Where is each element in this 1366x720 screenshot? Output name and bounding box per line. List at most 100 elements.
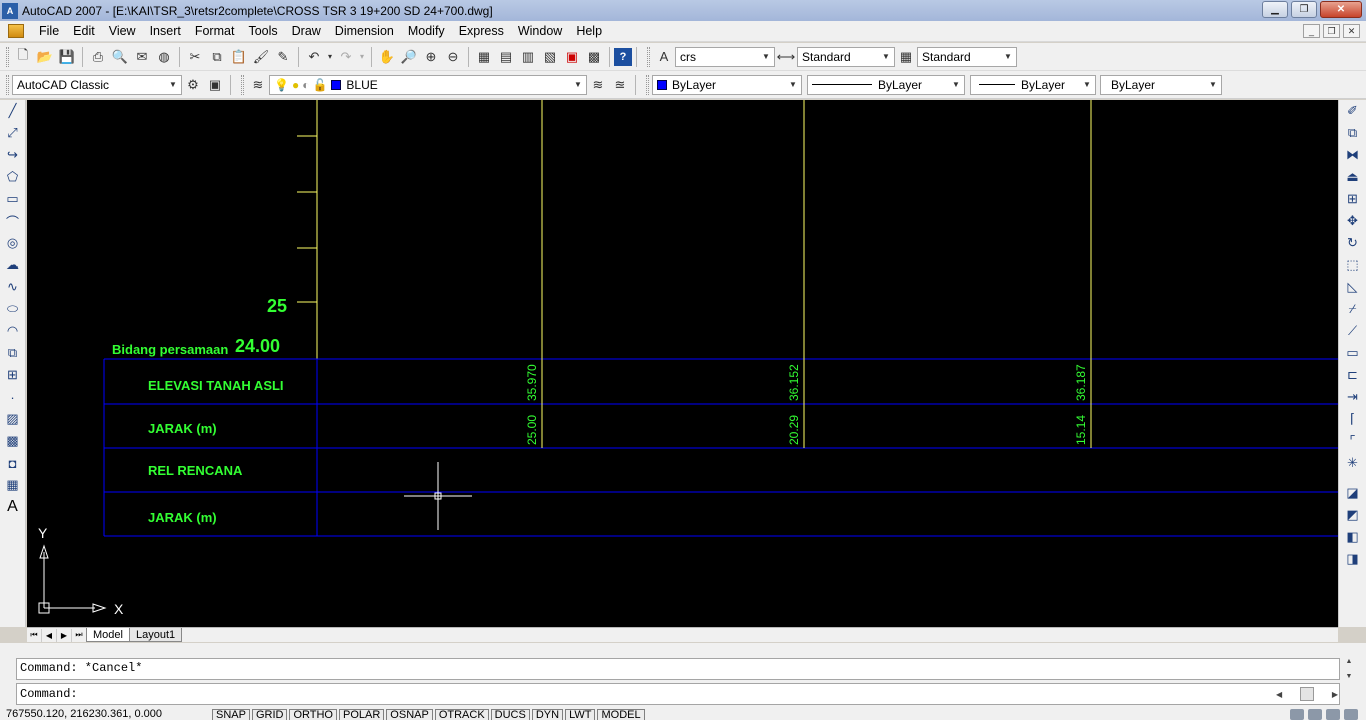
redo-icon[interactable]: ↷ xyxy=(335,46,357,68)
layer-select[interactable]: 💡 ● ◐ 🔓 BLUE ▼ xyxy=(269,74,587,95)
table-style-select[interactable]: Standard ▼ xyxy=(917,46,1017,67)
first-tab-icon[interactable]: ⏮ xyxy=(27,628,42,642)
array-icon[interactable]: ⊞ xyxy=(1342,188,1364,210)
circle-icon[interactable]: ◎ xyxy=(2,232,24,254)
styles-toolbar-grip[interactable] xyxy=(647,46,650,67)
draworder-above-icon[interactable]: ◧ xyxy=(1342,526,1364,548)
properties-icon[interactable]: ▦ xyxy=(473,46,495,68)
prev-tab-icon[interactable]: ◀ xyxy=(42,628,57,642)
doc-restore-button[interactable]: ❐ xyxy=(1323,24,1340,38)
menu-help[interactable]: Help xyxy=(569,24,609,38)
text-style-select[interactable]: crs ▼ xyxy=(675,46,775,67)
menu-view[interactable]: View xyxy=(102,24,143,38)
draworder-front-icon[interactable]: ◪ xyxy=(1342,482,1364,504)
menu-file[interactable]: File xyxy=(32,24,66,38)
properties-toolbar-grip[interactable] xyxy=(646,74,649,95)
new-icon[interactable]: 🗋 xyxy=(12,46,34,68)
ellipse-icon[interactable]: ⬭ xyxy=(2,298,24,320)
polygon-icon[interactable]: ⬠ xyxy=(2,166,24,188)
design-center-icon[interactable]: ▤ xyxy=(495,46,517,68)
layer-manager-icon[interactable]: ≋ xyxy=(247,74,269,96)
scroll-right-icon[interactable]: ▶ xyxy=(1332,690,1338,699)
maximize-button[interactable]: ❐ xyxy=(1291,1,1317,18)
workspace-select[interactable]: AutoCAD Classic ▼ xyxy=(12,74,182,95)
doc-minimize-button[interactable]: _ xyxy=(1303,24,1320,38)
communication-center-icon[interactable] xyxy=(1290,709,1304,720)
gradient-icon[interactable]: ▩ xyxy=(2,430,24,452)
extend-icon[interactable]: ⟋ xyxy=(1342,320,1364,342)
ducs-toggle[interactable]: DUCS xyxy=(490,709,530,720)
chamfer-icon[interactable]: ⌈ xyxy=(1342,408,1364,430)
make-block-icon[interactable]: ⊞ xyxy=(2,364,24,386)
autocad-app-icon[interactable]: A xyxy=(2,2,18,19)
arc-icon[interactable]: ⌒ xyxy=(2,210,24,232)
model-toggle[interactable]: MODEL xyxy=(597,709,645,720)
lwt-toggle[interactable]: LWT xyxy=(565,709,596,720)
menu-format[interactable]: Format xyxy=(188,24,242,38)
dim-style-icon[interactable]: ⟷ xyxy=(775,46,797,68)
draworder-under-icon[interactable]: ◨ xyxy=(1342,548,1364,570)
scale-icon[interactable]: ⬚ xyxy=(1342,254,1364,276)
dyn-toggle[interactable]: DYN xyxy=(531,709,564,720)
construction-line-icon[interactable]: ⤢ xyxy=(2,122,24,144)
linetype-select[interactable]: ByLayer ▼ xyxy=(807,74,965,95)
plot-preview-icon[interactable]: 🔍 xyxy=(109,46,131,68)
help-icon[interactable]: ? xyxy=(614,47,632,66)
toolbar-grip[interactable] xyxy=(6,74,9,95)
ellipse-arc-icon[interactable]: ◠ xyxy=(2,320,24,342)
match-properties-icon[interactable]: 🖌 xyxy=(250,46,272,68)
zoom-realtime-icon[interactable]: 🔎 xyxy=(398,46,420,68)
menu-edit[interactable]: Edit xyxy=(66,24,102,38)
tool-palettes-icon[interactable]: ▥ xyxy=(517,46,539,68)
table-icon[interactable]: ▦ xyxy=(2,474,24,496)
last-tab-icon[interactable]: ⏭ xyxy=(72,628,87,642)
toolbar-grip[interactable] xyxy=(6,46,9,67)
table-style-icon[interactable]: ▦ xyxy=(895,46,917,68)
workspace-settings-icon[interactable]: ⚙ xyxy=(182,74,204,96)
color-select[interactable]: ByLayer ▼ xyxy=(652,74,802,95)
plotstyle-select[interactable]: ByLayer ▼ xyxy=(1100,74,1222,95)
zoom-window-icon[interactable]: ⊕ xyxy=(420,46,442,68)
menu-modify[interactable]: Modify xyxy=(401,24,452,38)
tab-layout1[interactable]: Layout1 xyxy=(128,628,183,642)
rectangle-icon[interactable]: ▭ xyxy=(2,188,24,210)
menu-insert[interactable]: Insert xyxy=(143,24,188,38)
rotate-icon[interactable]: ↻ xyxy=(1342,232,1364,254)
erase-icon[interactable]: ✐ xyxy=(1342,100,1364,122)
save-icon[interactable]: 💾 xyxy=(56,46,78,68)
otrack-toggle[interactable]: OTRACK xyxy=(434,709,489,720)
save-workspace-icon[interactable]: ▣ xyxy=(204,74,226,96)
document-icon[interactable] xyxy=(8,24,24,38)
move-icon[interactable]: ✥ xyxy=(1342,210,1364,232)
polar-toggle[interactable]: POLAR xyxy=(339,709,385,720)
trim-icon[interactable]: ⌿ xyxy=(1342,298,1364,320)
undo-dropdown-icon[interactable]: ▾ xyxy=(325,46,335,68)
copy-icon[interactable]: ⧉ xyxy=(206,46,228,68)
command-input[interactable]: Command: xyxy=(16,683,1340,705)
lineweight-select[interactable]: ByLayer ▼ xyxy=(970,74,1096,95)
scroll-up-icon[interactable]: ▲ xyxy=(1346,658,1353,665)
polyline-icon[interactable]: ↪ xyxy=(2,144,24,166)
redo-dropdown-icon[interactable]: ▾ xyxy=(357,46,367,68)
revision-cloud-icon[interactable]: ☁ xyxy=(2,254,24,276)
cut-icon[interactable]: ✂ xyxy=(184,46,206,68)
command-hscrollbar[interactable]: ◀ ▶ xyxy=(1276,686,1338,702)
open-icon[interactable]: 📂 xyxy=(34,46,56,68)
sheet-set-icon[interactable]: ▧ xyxy=(539,46,561,68)
zoom-previous-icon[interactable]: ⊖ xyxy=(442,46,464,68)
drawing-canvas[interactable]: 25 Bidang persamaan 24.00 ELEVASI TANAH … xyxy=(27,100,1338,627)
snap-toggle[interactable]: SNAP xyxy=(212,709,250,720)
make-current-layer-icon[interactable]: ≋ xyxy=(587,74,609,96)
tab-model[interactable]: Model xyxy=(86,628,130,642)
spline-icon[interactable]: ∿ xyxy=(2,276,24,298)
grid-toggle[interactable]: GRID xyxy=(251,709,288,720)
pan-icon[interactable]: ✋ xyxy=(376,46,398,68)
paste-icon[interactable]: 📋 xyxy=(228,46,250,68)
join-icon[interactable]: ⇥ xyxy=(1342,386,1364,408)
offset-icon[interactable]: ⏏ xyxy=(1342,166,1364,188)
status-menu-icon[interactable] xyxy=(1326,709,1340,720)
minimize-button[interactable]: ▁ xyxy=(1262,1,1288,18)
layers-toolbar-grip[interactable] xyxy=(241,74,244,95)
point-icon[interactable]: · xyxy=(2,386,24,408)
scroll-thumb[interactable] xyxy=(1300,687,1314,701)
